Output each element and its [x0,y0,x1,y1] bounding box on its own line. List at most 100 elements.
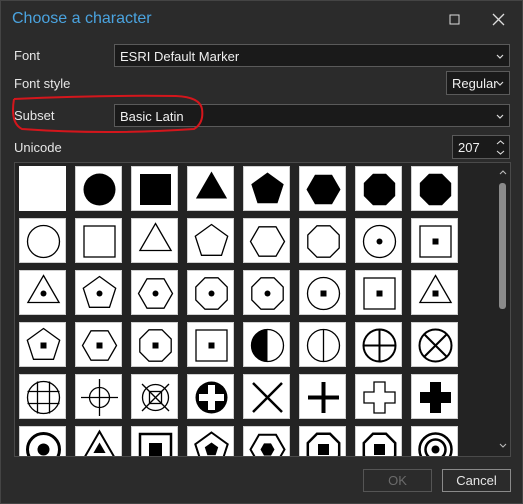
circle-rings-icon [418,432,453,456]
glyph-cell-square-square[interactable] [355,270,402,315]
hexagon-hexagon-icon [249,433,286,456]
glyph-cell-circle-half[interactable] [243,322,290,367]
square-square-icon [363,277,396,310]
subset-value: Basic Latin [120,109,184,124]
glyph-cell-square-square-filled[interactable] [131,426,178,456]
glyph-cell-pentagon-filled[interactable] [243,166,290,211]
ok-button[interactable]: OK [363,469,432,492]
glyph-cell-octagon-square-filled[interactable] [299,426,346,456]
pentagon-dot-icon [82,275,117,308]
glyph-cell-pentagon-outline[interactable] [187,218,234,263]
scroll-up-icon[interactable] [498,167,508,177]
glyph-cell-x-mark[interactable] [243,374,290,419]
glyph-cell-circle-square[interactable] [299,270,346,315]
glyph-cell-hexagon-outline[interactable] [243,218,290,263]
glyph-cell-square-dot[interactable] [411,218,458,263]
glyph-cell-circle-outline[interactable] [19,218,66,263]
subset-dropdown[interactable]: Basic Latin [114,104,510,127]
triangle-square-icon [418,274,453,304]
unicode-value: 207 [458,140,480,155]
glyph-cell-triangle-dot[interactable] [19,270,66,315]
cross-outline-icon [363,381,396,414]
glyph-cell-octagon-square-2[interactable] [355,426,402,456]
cross-filled-icon [420,382,451,413]
hexagon-filled-icon [306,174,341,205]
glyph-cell-square-outline[interactable] [75,218,122,263]
spin-up-icon[interactable] [495,138,506,147]
chevron-down-icon [496,114,504,119]
close-icon[interactable] [486,7,512,33]
glyph-cell-circle-dot[interactable] [355,218,402,263]
unicode-spinner[interactable]: 207 [452,135,510,159]
glyph-cell-hexagon-dot[interactable] [131,270,178,315]
font-dropdown[interactable]: ESRI Default Marker [114,44,510,67]
glyph-cell-triangle-outline[interactable] [131,218,178,263]
glyph-cell-hexagon-filled[interactable] [299,166,346,211]
octagon-square-icon [139,329,172,362]
glyph-cell-square-filled-white[interactable] [19,166,66,211]
circle-cross-filled-icon [195,381,228,414]
pentagon-pentagon-icon [194,431,229,456]
glyph-cell-circle-cross-filled[interactable] [187,374,234,419]
circle-outline-icon [26,224,61,259]
glyph-cell-circle-cross[interactable] [355,322,402,367]
octagon-dot-icon [195,277,228,310]
vertical-scrollbar[interactable] [497,165,509,454]
glyph-cell-octagon-square[interactable] [131,322,178,367]
glyph-cell-pentagon-pentagon[interactable] [187,426,234,456]
scroll-down-icon[interactable] [498,441,508,451]
glyph-cell-octagon-outline[interactable] [299,218,346,263]
choose-character-dialog: Choose a character Font ESRI Default Mar… [0,0,523,504]
cancel-button[interactable]: Cancel [442,469,511,492]
font-style-value: Regular [452,76,498,91]
glyph-cell-circle-rings[interactable] [411,426,458,456]
glyph-cell-circle-filled[interactable] [75,166,122,211]
glyph-cell-square-filled[interactable] [131,166,178,211]
character-grid [14,162,511,457]
square-filled-icon [140,174,171,205]
circle-half-icon [250,328,285,363]
glyph-cell-octagon-filled-2[interactable] [411,166,458,211]
glyph-cell-circle-x[interactable] [411,322,458,367]
glyph-cell-triangle-square[interactable] [411,270,458,315]
pentagon-outline-icon [194,223,229,256]
glyph-cell-crosshair[interactable] [75,374,122,419]
scrollbar-thumb[interactable] [499,183,506,309]
glyph-cell-octagon-dot[interactable] [187,270,234,315]
glyph-cell-circle-x-square[interactable] [131,374,178,419]
octagon-outline-icon [307,225,340,258]
spin-down-icon[interactable] [495,148,506,157]
glyph-cell-pentagon-dot[interactable] [75,270,122,315]
glyph-cell-cross-filled[interactable] [411,374,458,419]
circle-filled-icon [83,173,116,206]
pentagon-square-icon [26,327,61,360]
maximize-icon[interactable] [442,7,468,33]
pentagon-filled-icon [251,172,284,204]
circle-cross-icon [362,328,397,363]
glyph-cell-circle-vline[interactable] [299,322,346,367]
glyph-cell-circle-grid[interactable] [19,374,66,419]
glyph-cell-triangle-triangle[interactable] [75,426,122,456]
square-square-2-icon [195,329,228,362]
hexagon-square-icon [81,330,118,361]
glyph-cell-octagon-filled[interactable] [355,166,402,211]
glyph-cell-cross-outline[interactable] [355,374,402,419]
glyph-cell-octagon-dot-2[interactable] [243,270,290,315]
plus-icon [308,382,339,413]
circle-x-icon [418,328,453,363]
glyph-cell-hexagon-square[interactable] [75,322,122,367]
square-outline-icon [83,225,116,258]
chevron-down-icon [496,54,504,59]
font-style-dropdown[interactable]: Regular [446,71,510,95]
glyph-cell-square-square-2[interactable] [187,322,234,367]
glyph-cell-pentagon-square[interactable] [19,322,66,367]
chevron-down-icon [496,81,504,86]
octagon-square-2-icon [362,432,397,456]
glyph-cell-hexagon-hexagon[interactable] [243,426,290,456]
glyph-cell-circle-bullseye[interactable] [19,426,66,456]
glyph-cell-plus[interactable] [299,374,346,419]
square-square-filled-icon [138,432,173,456]
triangle-outline-icon [138,222,173,252]
triangle-triangle-icon [84,429,115,456]
glyph-cell-triangle-filled[interactable] [187,166,234,211]
